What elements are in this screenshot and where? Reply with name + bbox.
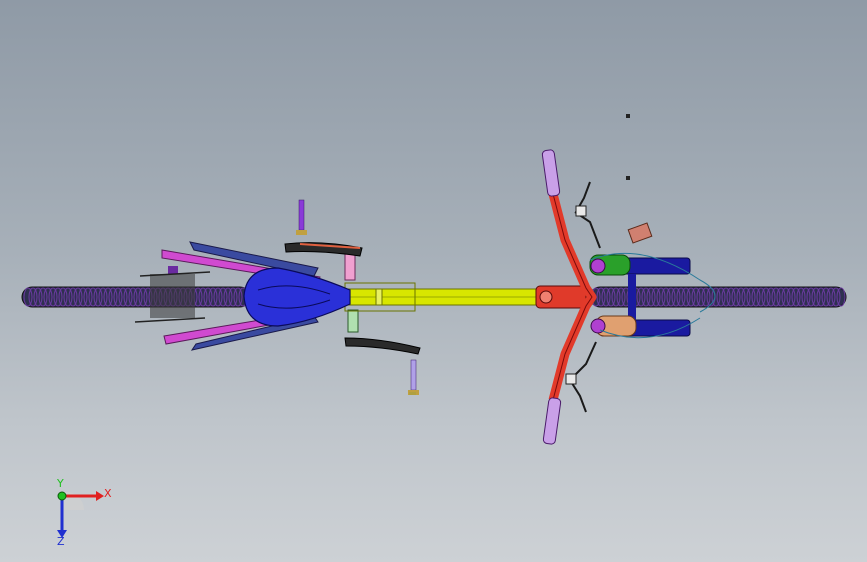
graphics-viewport[interactable]: X Y Z (0, 0, 867, 562)
bicycle-model[interactable] (0, 0, 867, 562)
cable-stop (627, 222, 653, 244)
saddle[interactable] (243, 267, 351, 327)
stem[interactable] (535, 285, 587, 309)
x-axis-label: X (104, 487, 112, 500)
crank-left[interactable] (284, 199, 363, 257)
z-axis-label: Z (57, 535, 65, 548)
brake-lever-top[interactable] (574, 181, 601, 249)
loose-parts (409, 114, 630, 395)
pedal-right (410, 359, 417, 391)
y-axis-dot (57, 491, 67, 501)
pedal-left (298, 199, 305, 231)
grip-top[interactable] (541, 149, 561, 197)
coordinate-triad: X Y Z (40, 478, 120, 548)
grip-bottom[interactable] (542, 397, 562, 445)
fork[interactable] (589, 222, 691, 337)
rear-tire[interactable] (21, 286, 251, 308)
crank-right[interactable] (344, 337, 421, 395)
y-axis-label: Y (57, 477, 64, 490)
